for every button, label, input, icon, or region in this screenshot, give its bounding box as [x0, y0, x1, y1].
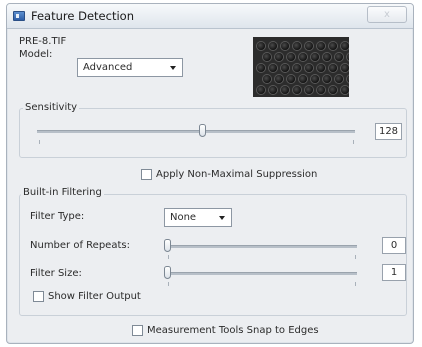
repeats-slider-thumb[interactable] [164, 239, 171, 252]
preview-hole [269, 42, 277, 50]
preview-hole [281, 86, 289, 94]
preview-hole [311, 53, 319, 61]
repeats-slider-track[interactable] [167, 245, 357, 248]
preview-hole [323, 53, 331, 61]
app-icon [13, 11, 25, 21]
preview-hole [257, 64, 265, 72]
sensitivity-label: Sensitivity [23, 102, 80, 113]
show-filter-output-label: Show Filter Output [48, 291, 141, 302]
preview-hole [335, 53, 343, 61]
title-bar[interactable]: Feature Detection x [7, 4, 413, 29]
preview-hole [263, 75, 271, 83]
chevron-down-icon [170, 66, 176, 70]
chevron-down-icon [219, 216, 225, 220]
preview-hole [347, 53, 349, 61]
preview-hole [299, 75, 307, 83]
filter-size-tick-max [355, 282, 356, 286]
nms-label: Apply Non-Maximal Suppression [156, 169, 318, 180]
preview-hole [335, 75, 343, 83]
preview-hole [305, 86, 313, 94]
model-label: Model: [19, 49, 53, 60]
preview-hole [305, 42, 313, 50]
close-button[interactable]: x [367, 6, 407, 23]
preview-hole [275, 75, 283, 83]
snap-to-edges-label: Measurement Tools Snap to Edges [147, 325, 319, 336]
filter-type-label: Filter Type: [30, 211, 85, 222]
image-preview [253, 37, 349, 97]
snap-to-edges-checkbox[interactable] [132, 325, 143, 336]
filter-size-tick-min [168, 282, 169, 286]
preview-hole [347, 75, 349, 83]
sensitivity-tick-max [353, 140, 354, 144]
filter-size-slider-track[interactable] [167, 272, 357, 275]
preview-hole [317, 42, 325, 50]
preview-hole [293, 64, 301, 72]
sensitivity-slider-thumb[interactable] [199, 124, 206, 137]
sensitivity-slider-track[interactable] [37, 130, 355, 133]
preview-hole [329, 42, 337, 50]
close-icon: x [384, 9, 390, 20]
sensitivity-value-field[interactable]: 128 [375, 123, 402, 140]
repeats-label: Number of Repeats: [30, 240, 130, 251]
preview-hole [269, 64, 277, 72]
show-filter-output-checkbox[interactable] [33, 291, 44, 302]
builtin-filtering-label: Built-in Filtering [21, 187, 104, 198]
preview-hole [341, 86, 349, 94]
preview-hole [317, 64, 325, 72]
preview-hole [317, 86, 325, 94]
file-name: PRE-8.TIF [19, 36, 67, 47]
preview-hole [293, 42, 301, 50]
preview-hole [281, 64, 289, 72]
preview-hole [311, 75, 319, 83]
feature-detection-window: Feature Detection x PRE-8.TIF Model: Adv… [6, 3, 414, 344]
preview-hole [305, 64, 313, 72]
preview-hole [287, 75, 295, 83]
model-dropdown[interactable]: Advanced [77, 58, 183, 77]
preview-hole [329, 86, 337, 94]
preview-hole [257, 42, 265, 50]
filter-type-dropdown[interactable]: None [164, 208, 232, 227]
filter-size-value-field[interactable]: 1 [382, 264, 406, 281]
model-dropdown-value: Advanced [83, 62, 133, 73]
preview-hole [323, 75, 331, 83]
window-title: Feature Detection [31, 9, 134, 23]
repeats-tick-max [355, 255, 356, 259]
nms-checkbox[interactable] [141, 169, 152, 180]
preview-hole [269, 86, 277, 94]
filter-size-label: Filter Size: [30, 268, 82, 279]
sensitivity-tick-min [39, 140, 40, 144]
preview-hole [281, 42, 289, 50]
preview-hole [287, 53, 295, 61]
preview-hole [257, 86, 265, 94]
repeats-tick-min [168, 255, 169, 259]
sensitivity-group [19, 108, 407, 158]
filter-type-value: None [170, 212, 197, 223]
preview-hole [299, 53, 307, 61]
preview-hole [293, 86, 301, 94]
preview-hole [341, 64, 349, 72]
preview-hole [275, 53, 283, 61]
preview-hole [329, 64, 337, 72]
repeats-value-field[interactable]: 0 [382, 237, 406, 254]
preview-hole [263, 53, 271, 61]
filter-size-slider-thumb[interactable] [164, 266, 171, 279]
preview-hole [341, 42, 349, 50]
